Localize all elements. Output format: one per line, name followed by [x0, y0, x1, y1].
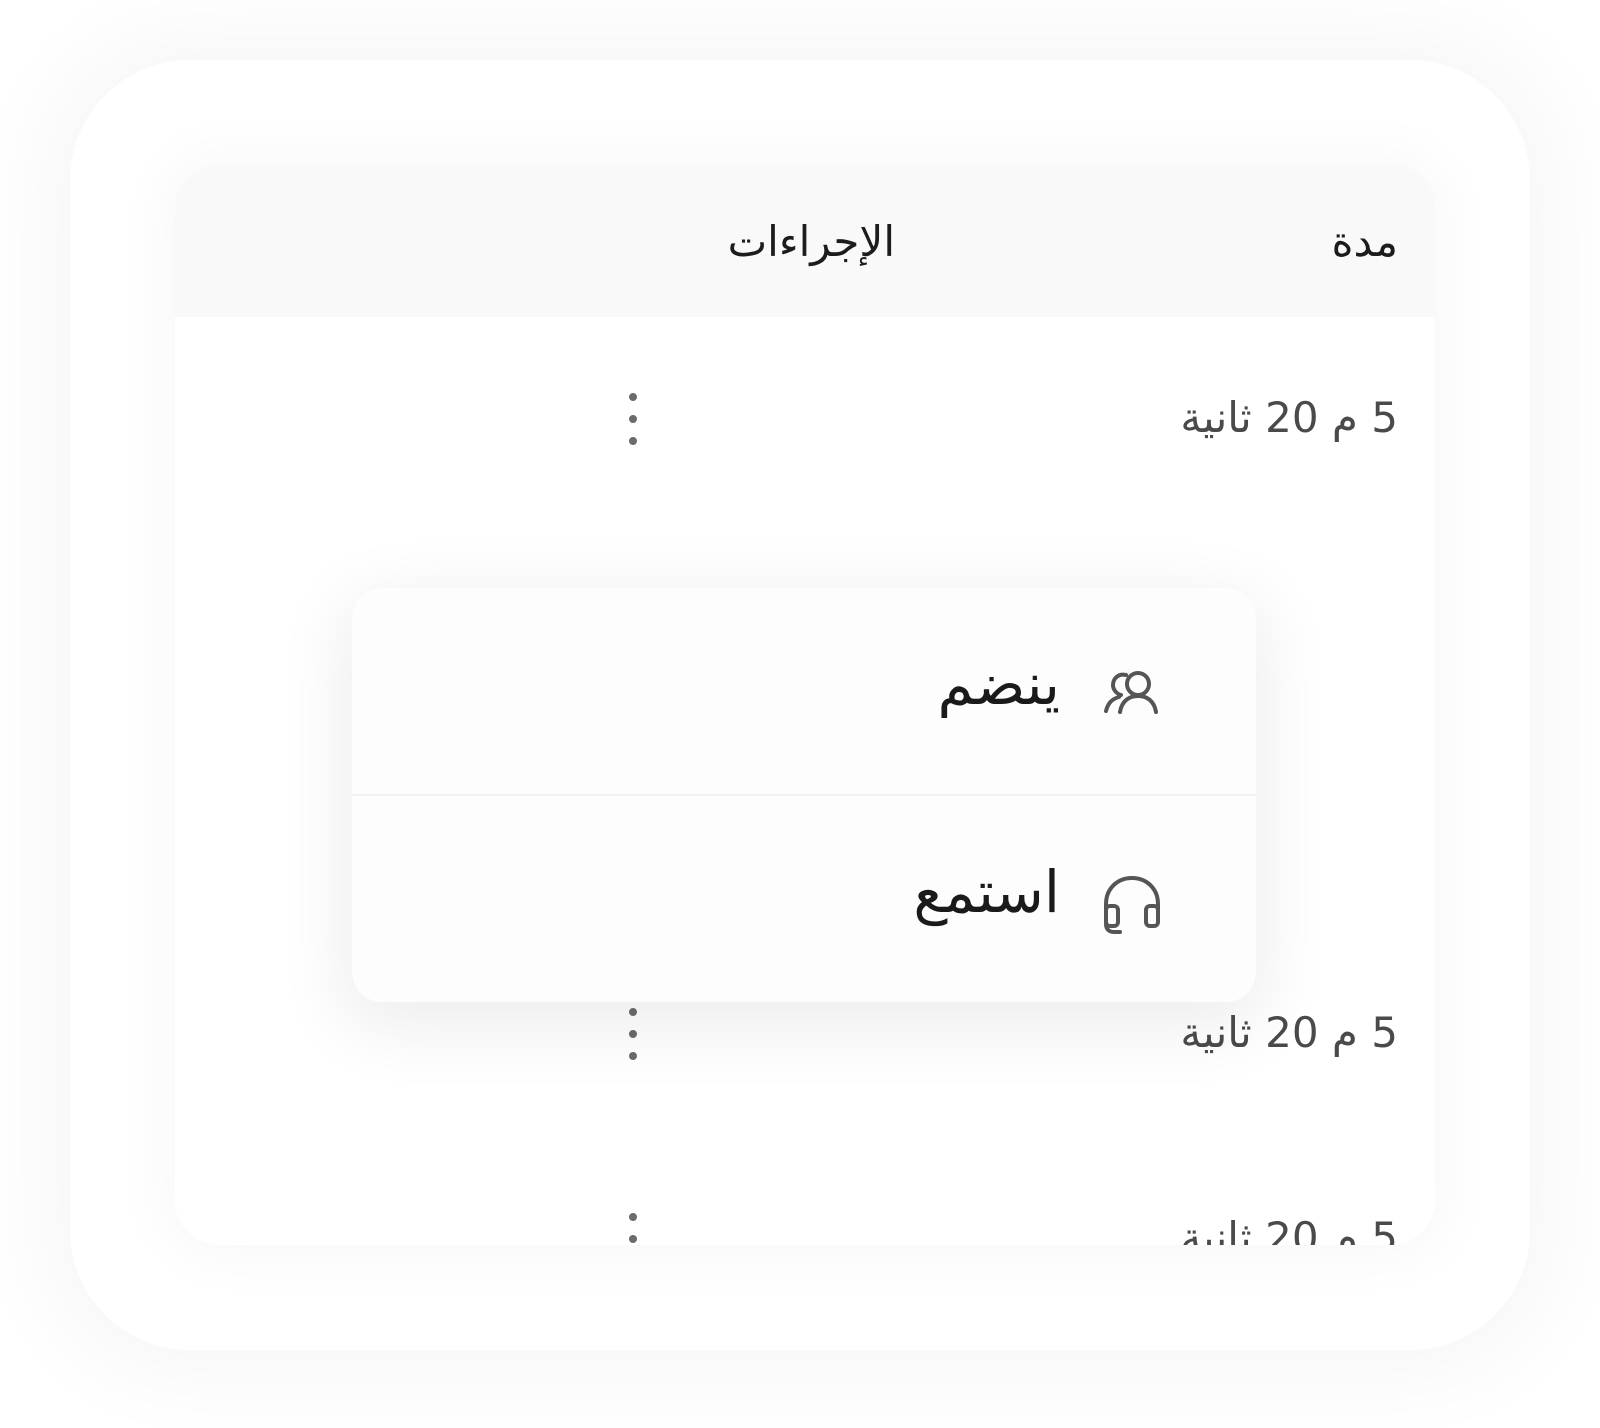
table-row: 5 م 20 ثانية [175, 317, 1435, 524]
users-icon [1104, 671, 1158, 714]
column-header-actions: الإجراءات [727, 217, 895, 266]
kebab-menu-icon[interactable] [621, 1008, 645, 1064]
kebab-menu-icon[interactable] [621, 393, 645, 449]
table-header: مدة الإجراءات [175, 165, 1435, 317]
stage: مدة الإجراءات 5 م 20 ثانية 5 م 20 ثانية … [0, 0, 1600, 1428]
menu-item-join[interactable]: ينضم [352, 588, 1256, 796]
menu-item-listen[interactable]: استمع [352, 796, 1256, 1002]
column-header-duration: مدة [1331, 217, 1398, 266]
headphones-icon [1104, 876, 1160, 934]
menu-item-label: ينضم [937, 650, 1060, 718]
kebab-menu-icon[interactable] [621, 1213, 645, 1245]
row-duration: 5 م 20 ثانية [1180, 1008, 1398, 1057]
row-duration: 5 م 20 ثانية [1180, 1213, 1398, 1245]
actions-popover-menu: ينضم استمع [352, 588, 1256, 1002]
table-row: 5 م 20 ثانية [175, 1137, 1435, 1245]
row-duration: 5 م 20 ثانية [1180, 393, 1398, 442]
menu-item-label: استمع [913, 858, 1060, 926]
